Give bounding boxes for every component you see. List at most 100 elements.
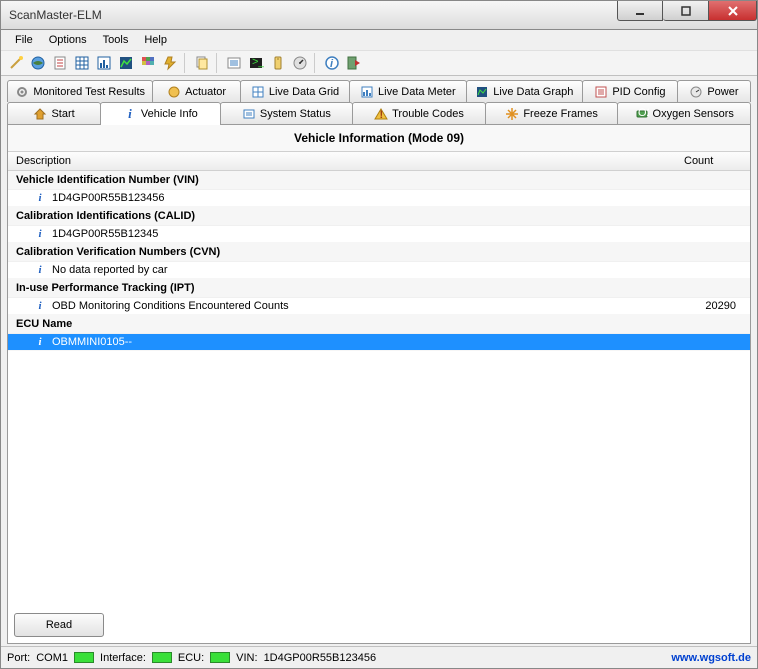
tab-live-data-grid[interactable]: Live Data Grid: [240, 80, 350, 102]
maximize-button[interactable]: [663, 1, 709, 21]
status-interface-label: Interface:: [100, 652, 146, 664]
actuator-icon: [167, 85, 181, 99]
group-ecu-name[interactable]: ECU Name: [8, 315, 750, 334]
tab-live-data-meter[interactable]: Live Data Meter: [349, 80, 466, 102]
copy-icon[interactable]: [192, 53, 212, 73]
col-count[interactable]: Count: [680, 152, 750, 170]
tab-pid-config[interactable]: PID Config: [582, 80, 678, 102]
home-icon: [33, 107, 47, 121]
vehicle-info-panel: Vehicle Information (Mode 09) Descriptio…: [7, 124, 751, 644]
menu-bar: File Options Tools Help: [1, 30, 757, 50]
status-ecu-label: ECU:: [178, 652, 204, 664]
tab-system-status[interactable]: System Status: [220, 102, 354, 124]
status-vin-label: VIN:: [236, 652, 257, 664]
tab-power[interactable]: Power: [677, 80, 751, 102]
tab-label: Vehicle Info: [141, 108, 198, 120]
status-port-value: COM1: [36, 652, 68, 664]
tab-trouble-codes[interactable]: ! Trouble Codes: [352, 102, 486, 124]
gear-icon: [15, 85, 29, 99]
graph-icon: [475, 85, 489, 99]
grid-icon[interactable]: [72, 53, 92, 73]
group-vin[interactable]: Vehicle Identification Number (VIN): [8, 171, 750, 190]
info-icon: i: [34, 192, 46, 204]
info-icon: i: [34, 336, 46, 348]
tab-label: Trouble Codes: [392, 108, 464, 120]
tab-label: Start: [51, 108, 74, 120]
document-icon[interactable]: [50, 53, 70, 73]
tab-label: Live Data Graph: [493, 86, 573, 98]
tab-label: Live Data Meter: [378, 86, 456, 98]
tab-actuator[interactable]: Actuator: [152, 80, 241, 102]
tab-monitored-test-results[interactable]: Monitored Test Results: [7, 80, 153, 102]
tab-start[interactable]: Start: [7, 102, 101, 124]
info-icon: i: [34, 228, 46, 240]
tab-row-2: Start i Vehicle Info System Status ! Tro…: [7, 102, 751, 124]
group-calid[interactable]: Calibration Identifications (CALID): [8, 207, 750, 226]
menu-tools[interactable]: Tools: [95, 32, 137, 48]
content-area: Monitored Test Results Actuator Live Dat…: [1, 76, 757, 646]
list-icon[interactable]: [224, 53, 244, 73]
item-text: No data reported by car: [52, 264, 682, 276]
terminal-icon[interactable]: >_: [246, 53, 266, 73]
title-bar: ScanMaster-ELM: [0, 0, 758, 30]
tab-oxygen-sensors[interactable]: O2 Oxygen Sensors: [617, 102, 751, 124]
col-description[interactable]: Description: [8, 152, 680, 170]
toolbar-separator: [184, 53, 188, 73]
tree-item[interactable]: i 1D4GP00R55B12345: [8, 226, 750, 243]
tab-label: Freeze Frames: [523, 108, 598, 120]
menu-file[interactable]: File: [7, 32, 41, 48]
info-icon: i: [123, 107, 137, 121]
read-button[interactable]: Read: [14, 613, 104, 637]
item-count: 20290: [682, 300, 742, 312]
tab-label: Actuator: [185, 86, 226, 98]
wand-icon[interactable]: [6, 53, 26, 73]
tab-live-data-graph[interactable]: Live Data Graph: [466, 80, 583, 102]
group-cvn[interactable]: Calibration Verification Numbers (CVN): [8, 243, 750, 262]
window-controls: [617, 1, 757, 21]
tree-item[interactable]: i OBD Monitoring Conditions Encountered …: [8, 298, 750, 315]
app-frame: File Options Tools Help >_ i Monitored T…: [0, 30, 758, 669]
power-icon: [689, 85, 703, 99]
graph-icon[interactable]: [116, 53, 136, 73]
close-button[interactable]: [709, 1, 757, 21]
config-icon: [594, 85, 608, 99]
exit-icon[interactable]: [344, 53, 364, 73]
toolbar: >_ i: [1, 50, 757, 76]
device-icon[interactable]: [268, 53, 288, 73]
meter-icon: [360, 85, 374, 99]
status-icon: [242, 107, 256, 121]
power-icon[interactable]: [160, 53, 180, 73]
tab-label: Live Data Grid: [269, 86, 339, 98]
menu-options[interactable]: Options: [41, 32, 95, 48]
toolbar-separator: [314, 53, 318, 73]
info-tree[interactable]: Vehicle Identification Number (VIN) i 1D…: [8, 171, 750, 607]
minimize-button[interactable]: [617, 1, 663, 21]
group-ipt[interactable]: In-use Performance Tracking (IPT): [8, 279, 750, 298]
panel-title: Vehicle Information (Mode 09): [8, 125, 750, 151]
ecu-led: [210, 652, 230, 663]
gauge-icon[interactable]: [290, 53, 310, 73]
tree-item[interactable]: i No data reported by car: [8, 262, 750, 279]
status-bar: Port: COM1 Interface: ECU: VIN: 1D4GP00R…: [1, 646, 757, 668]
tab-label: Monitored Test Results: [33, 86, 145, 98]
svg-text:>_: >_: [252, 56, 264, 68]
tab-row-1: Monitored Test Results Actuator Live Dat…: [7, 80, 751, 102]
tab-freeze-frames[interactable]: Freeze Frames: [485, 102, 619, 124]
read-button-label: Read: [46, 619, 72, 631]
column-headers: Description Count: [8, 151, 750, 171]
info-icon[interactable]: i: [322, 53, 342, 73]
tab-vehicle-info[interactable]: i Vehicle Info: [100, 102, 220, 124]
color-grid-icon[interactable]: [138, 53, 158, 73]
menu-help[interactable]: Help: [136, 32, 175, 48]
info-icon: i: [34, 300, 46, 312]
snowflake-icon: [505, 107, 519, 121]
svg-text:O2: O2: [638, 107, 649, 119]
tab-label: PID Config: [612, 86, 665, 98]
tree-item[interactable]: i 1D4GP00R55B123456: [8, 190, 750, 207]
tree-item-selected[interactable]: i OBMMINI0105--: [8, 334, 750, 351]
globe-icon[interactable]: [28, 53, 48, 73]
info-icon: i: [34, 264, 46, 276]
svg-text:!: !: [380, 109, 384, 121]
meter-icon[interactable]: [94, 53, 114, 73]
website-link[interactable]: www.wgsoft.de: [671, 652, 751, 664]
